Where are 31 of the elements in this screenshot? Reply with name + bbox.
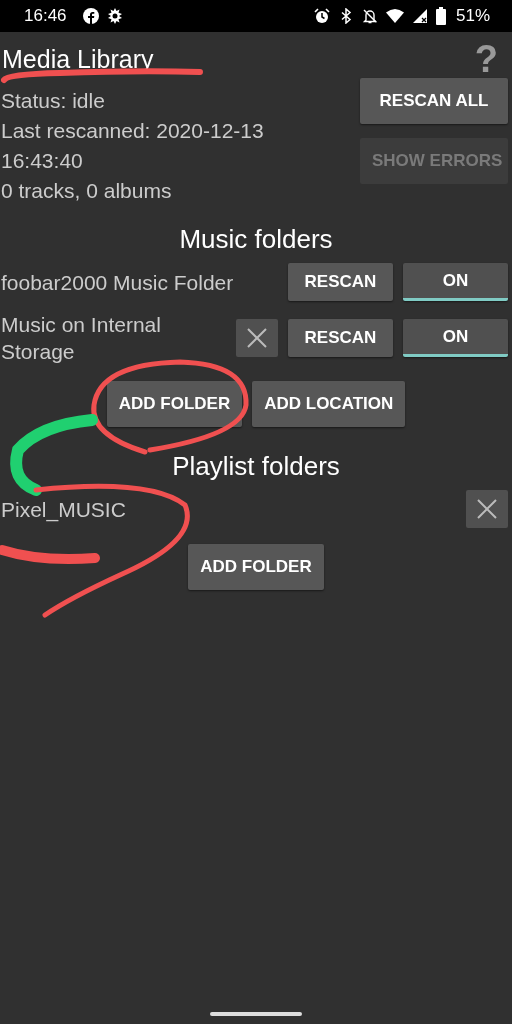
bell-off-icon <box>361 8 378 24</box>
alarm-icon <box>313 8 330 24</box>
page-title: Media Library <box>2 44 154 74</box>
folder-name: Pixel_MUSIC <box>1 496 127 523</box>
close-icon <box>245 326 269 350</box>
signal-icon <box>411 8 428 24</box>
rescan-button[interactable]: RESCAN <box>288 319 393 357</box>
add-button[interactable]: ADD FOLDER <box>188 544 324 590</box>
folder-name: foobar2000 Music Folder <box>1 269 235 296</box>
toggle-button[interactable]: ON <box>403 263 508 301</box>
status-text: Last rescanned: 2020-12-13 16:43:40 <box>1 118 265 174</box>
status-text: Status: idle <box>1 88 106 114</box>
facebook-icon <box>82 8 99 24</box>
rescan-button[interactable]: RESCAN <box>288 263 393 301</box>
battery-icon <box>435 7 446 25</box>
folder-name: Music on Internal Storage <box>1 312 162 365</box>
wifi-icon <box>385 8 404 24</box>
action-button[interactable]: RESCAN ALL <box>360 78 508 124</box>
battery-percent: 51% <box>455 6 490 26</box>
toggle-button[interactable]: ON <box>403 319 508 357</box>
gear-icon <box>106 8 123 24</box>
remove-button[interactable] <box>466 490 508 528</box>
section-heading: Playlist folders <box>171 451 341 482</box>
clock-time: 16:46 <box>24 6 67 26</box>
add-button[interactable]: ADD LOCATION <box>252 381 406 427</box>
close-icon <box>475 497 499 521</box>
help-button[interactable]: ? <box>464 40 508 78</box>
status-text: 0 tracks, 0 albums <box>1 178 173 204</box>
section-heading: Music folders <box>178 224 334 255</box>
remove-button[interactable] <box>236 319 278 357</box>
add-button[interactable]: ADD FOLDER <box>106 381 243 427</box>
